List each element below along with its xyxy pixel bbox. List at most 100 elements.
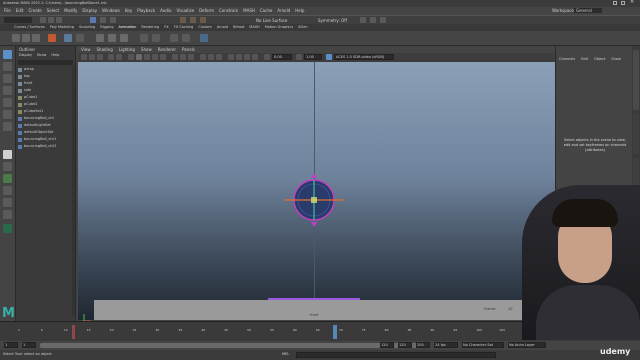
viewport[interactable]: front Frame: 10 23.4 fps xyxy=(78,62,555,322)
menu-file[interactable]: File xyxy=(4,8,11,13)
character-set-dropdown[interactable]: No Character Set xyxy=(462,342,504,348)
outliner-item[interactable]: pCube1 xyxy=(18,95,74,101)
exposure-icon[interactable] xyxy=(264,54,270,60)
shelf-tab[interactable]: Poly Modeling xyxy=(50,25,74,30)
move-tool-icon[interactable] xyxy=(3,86,12,95)
shelf-tab[interactable]: Motion Graphics xyxy=(265,25,293,30)
persp-outliner-icon[interactable] xyxy=(3,174,12,183)
colorspace-dropdown[interactable]: ACES 1.0 SDR-video (sRGB) xyxy=(334,54,394,60)
menu-arnold[interactable]: Arnold xyxy=(277,8,290,13)
panel-menu-renderer[interactable]: Renderer xyxy=(158,47,176,52)
shelf-tab[interactable]: Sculpting xyxy=(79,25,95,30)
colorspace-icon[interactable] xyxy=(326,54,332,60)
safe-action-icon[interactable] xyxy=(252,54,258,60)
menu-create[interactable]: Create xyxy=(28,8,41,13)
four-view-icon[interactable] xyxy=(3,162,12,171)
shelf-playblast-icon[interactable] xyxy=(76,34,84,42)
graph-view-icon[interactable] xyxy=(3,186,12,195)
outliner-item[interactable]: defaultObjectSet xyxy=(18,130,74,136)
shelf-clip-icon[interactable] xyxy=(182,34,190,42)
smooth-shade-icon[interactable] xyxy=(136,54,142,60)
command-input[interactable] xyxy=(296,352,496,358)
channel-box-tab[interactable] xyxy=(633,50,639,110)
outliner-item[interactable]: pCubeSet1 xyxy=(18,109,74,115)
snap-point-icon[interactable] xyxy=(200,17,206,23)
gamma-field[interactable]: 1.00 xyxy=(304,54,322,60)
menu-deform[interactable]: Deform xyxy=(199,8,214,13)
menu-visualize[interactable]: Visualize xyxy=(176,8,194,13)
lasso-tool-icon[interactable] xyxy=(3,62,12,71)
outliner-menu-display[interactable]: Display xyxy=(19,53,32,57)
panel-menu-lighting[interactable]: Lighting xyxy=(119,47,135,52)
outliner-item[interactable]: defaultLightSet xyxy=(18,123,74,129)
minimize-icon[interactable] xyxy=(613,1,617,5)
anim-end-field[interactable]: 200 xyxy=(416,342,430,348)
shadows-icon[interactable] xyxy=(160,54,166,60)
new-scene-icon[interactable] xyxy=(40,17,46,23)
panel-menu-view[interactable]: View xyxy=(81,47,91,52)
workspace-dropdown[interactable]: General xyxy=(574,8,602,13)
select-object-icon[interactable] xyxy=(100,17,106,23)
outliner-item[interactable]: bouncingBall_ctrl1 xyxy=(18,137,74,143)
maximize-icon[interactable] xyxy=(621,1,625,5)
menu-display[interactable]: Display xyxy=(82,8,97,13)
menu-edit[interactable]: Edit xyxy=(16,8,24,13)
outliner-item[interactable]: pCube2 xyxy=(18,102,74,108)
shelf-motion-trail-icon[interactable] xyxy=(48,34,56,42)
render-settings-icon[interactable] xyxy=(380,17,386,23)
channel-box-menu-object[interactable]: Object xyxy=(594,57,605,61)
shelf-joint-icon[interactable] xyxy=(152,34,160,42)
outliner-toggle-icon[interactable] xyxy=(3,210,12,219)
channel-box-menu-show[interactable]: Show xyxy=(611,57,620,61)
shelf-tab[interactable]: FX xyxy=(164,25,168,30)
last-tool-icon[interactable] xyxy=(3,122,12,131)
paint-select-icon[interactable] xyxy=(3,74,12,83)
menu-cache[interactable]: Cache xyxy=(260,8,272,13)
outliner-search-field[interactable] xyxy=(18,60,73,65)
end-range-field[interactable]: 120 xyxy=(380,342,394,348)
ao-icon[interactable] xyxy=(200,54,206,60)
open-scene-icon[interactable] xyxy=(48,17,54,23)
bouncing-ball[interactable] xyxy=(278,170,350,230)
outliner-item[interactable]: persp xyxy=(18,67,74,73)
shelf-bake-icon[interactable] xyxy=(108,34,116,42)
select-tool-icon[interactable] xyxy=(3,50,12,59)
shelf-tab[interactable]: XGen xyxy=(298,25,307,30)
close-icon[interactable]: ✕ xyxy=(630,0,634,5)
snap-grid-icon[interactable] xyxy=(180,17,186,23)
gamma-icon[interactable] xyxy=(296,54,302,60)
save-scene-icon[interactable] xyxy=(56,17,62,23)
mode-dropdown[interactable] xyxy=(4,17,32,23)
isolate-icon[interactable] xyxy=(172,54,178,60)
select-hierarchy-icon[interactable] xyxy=(90,17,96,23)
image-plane-icon[interactable] xyxy=(108,54,114,60)
outliner-item[interactable]: bouncingBall_ctrl2 xyxy=(18,144,74,150)
menu-mash[interactable]: MASH xyxy=(243,8,255,13)
outliner-scrollbar[interactable] xyxy=(72,66,75,316)
shelf-tab[interactable]: Arnold xyxy=(217,25,228,30)
bookmark-icon[interactable] xyxy=(97,54,103,60)
outliner-item[interactable]: top xyxy=(18,74,74,80)
script-language-label[interactable]: MEL xyxy=(282,352,289,357)
live-surface-label[interactable]: No Live Surface xyxy=(256,18,287,23)
layout-icon[interactable] xyxy=(3,198,12,207)
xray-joints-icon[interactable] xyxy=(188,54,194,60)
shelf-cache-icon[interactable] xyxy=(120,34,128,42)
shelf-tab[interactable]: Curves / Surfaces xyxy=(14,25,45,30)
menu-help[interactable]: Help xyxy=(295,8,304,13)
select-component-icon[interactable] xyxy=(110,17,116,23)
panel-menu-shading[interactable]: Shading xyxy=(97,47,113,52)
menu-modify[interactable]: Modify xyxy=(64,8,77,13)
shelf-ik-icon[interactable] xyxy=(140,34,148,42)
menu-playback[interactable]: Playback xyxy=(137,8,155,13)
panel-menu-panels[interactable]: Panels xyxy=(182,47,195,52)
menu-audio[interactable]: Audio xyxy=(160,8,171,13)
start-range-field[interactable]: 1 xyxy=(22,342,36,348)
menu-select[interactable]: Select xyxy=(47,8,59,13)
outliner-item[interactable]: bouncingBall_ctrl xyxy=(18,116,74,122)
shelf-graph-icon[interactable] xyxy=(32,34,40,42)
outliner-menu-help[interactable]: Help xyxy=(51,53,59,57)
gate-icon[interactable] xyxy=(228,54,234,60)
menu-windows[interactable]: Windows xyxy=(102,8,120,13)
anim-layer-dropdown[interactable]: No Anim Layer xyxy=(508,342,546,348)
